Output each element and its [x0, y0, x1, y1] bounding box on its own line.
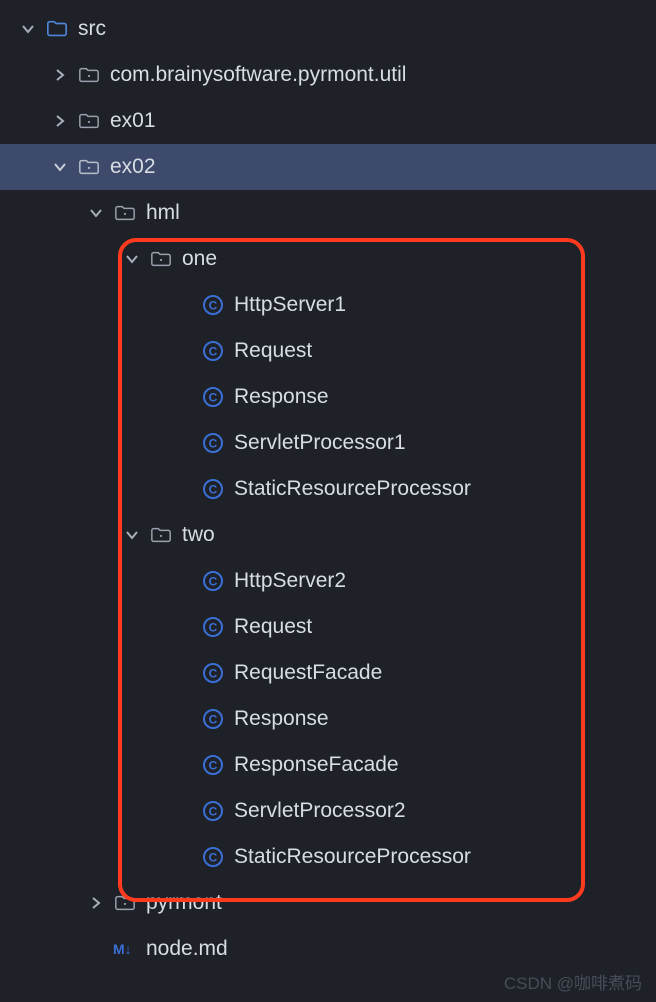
package-icon — [76, 110, 102, 132]
svg-text:M↓: M↓ — [113, 941, 132, 957]
tree-class-servletprocessor1[interactable]: C ServletProcessor1 — [0, 420, 656, 466]
chevron-down-icon — [122, 253, 142, 265]
svg-text:C: C — [209, 851, 218, 865]
tree-class-request2[interactable]: C Request — [0, 604, 656, 650]
class-icon: C — [200, 753, 226, 777]
class-icon: C — [200, 707, 226, 731]
svg-text:C: C — [209, 391, 218, 405]
package-label: one — [182, 247, 217, 271]
chevron-down-icon — [122, 529, 142, 541]
chevron-right-icon — [86, 897, 106, 909]
chevron-right-icon — [50, 115, 70, 127]
tree-package-hml[interactable]: hml — [0, 190, 656, 236]
tree-package-pyrmont[interactable]: pyrmont — [0, 880, 656, 926]
svg-text:C: C — [209, 483, 218, 497]
tree-class-response[interactable]: C Response — [0, 374, 656, 420]
tree-package-ex02[interactable]: ex02 — [0, 144, 656, 190]
tree-class-staticresourceprocessor[interactable]: C StaticResourceProcessor — [0, 466, 656, 512]
tree-package-ex01[interactable]: ex01 — [0, 98, 656, 144]
tree-package-two[interactable]: two — [0, 512, 656, 558]
tree-class-servletprocessor2[interactable]: C ServletProcessor2 — [0, 788, 656, 834]
package-label: hml — [146, 201, 180, 225]
chevron-down-icon — [86, 207, 106, 219]
tree-class-httpserver1[interactable]: C HttpServer1 — [0, 282, 656, 328]
class-icon: C — [200, 431, 226, 455]
tree-file-node-md[interactable]: · M↓ node.md — [0, 926, 656, 972]
class-label: Response — [234, 707, 329, 731]
tree-class-httpserver2[interactable]: C HttpServer2 — [0, 558, 656, 604]
class-label: HttpServer2 — [234, 569, 346, 593]
class-icon: C — [200, 615, 226, 639]
folder-label: src — [78, 17, 106, 41]
class-icon: C — [200, 385, 226, 409]
tree-package-util[interactable]: com.brainysoftware.pyrmont.util — [0, 52, 656, 98]
package-label: pyrmont — [146, 891, 222, 915]
tree-package-one[interactable]: one — [0, 236, 656, 282]
tree-folder-src[interactable]: src — [0, 6, 656, 52]
class-icon: C — [200, 339, 226, 363]
class-icon: C — [200, 569, 226, 593]
class-label: RequestFacade — [234, 661, 382, 685]
class-label: StaticResourceProcessor — [234, 845, 471, 869]
svg-text:C: C — [209, 621, 218, 635]
package-icon — [148, 248, 174, 270]
class-label: Response — [234, 385, 329, 409]
class-label: ResponseFacade — [234, 753, 399, 777]
tree-class-staticresourceprocessor2[interactable]: C StaticResourceProcessor — [0, 834, 656, 880]
class-icon: C — [200, 477, 226, 501]
class-icon: C — [200, 293, 226, 317]
class-icon: C — [200, 845, 226, 869]
class-label: HttpServer1 — [234, 293, 346, 317]
chevron-right-icon — [50, 69, 70, 81]
chevron-down-icon — [50, 161, 70, 173]
svg-text:C: C — [209, 759, 218, 773]
package-icon — [76, 64, 102, 86]
project-tree: src com.brainysoftware.pyrmont.util ex01… — [0, 0, 656, 972]
class-label: ServletProcessor2 — [234, 799, 406, 823]
package-icon — [112, 892, 138, 914]
class-icon: C — [200, 661, 226, 685]
svg-text:C: C — [209, 805, 218, 819]
svg-text:C: C — [209, 299, 218, 313]
file-label: node.md — [146, 937, 228, 961]
tree-class-request[interactable]: C Request — [0, 328, 656, 374]
svg-text:C: C — [209, 345, 218, 359]
tree-class-requestfacade[interactable]: C RequestFacade — [0, 650, 656, 696]
markdown-icon: M↓ — [112, 939, 138, 959]
svg-text:C: C — [209, 667, 218, 681]
package-icon — [148, 524, 174, 546]
class-label: ServletProcessor1 — [234, 431, 406, 455]
watermark-text: CSDN @咖啡煮码 — [504, 969, 642, 994]
package-label: two — [182, 523, 215, 547]
chevron-down-icon — [18, 23, 38, 35]
package-label: com.brainysoftware.pyrmont.util — [110, 63, 406, 87]
class-label: StaticResourceProcessor — [234, 477, 471, 501]
class-icon: C — [200, 799, 226, 823]
svg-text:C: C — [209, 575, 218, 589]
package-icon — [76, 156, 102, 178]
svg-text:C: C — [209, 713, 218, 727]
svg-text:C: C — [209, 437, 218, 451]
package-label: ex01 — [110, 109, 156, 133]
package-label: ex02 — [110, 155, 156, 179]
tree-class-response2[interactable]: C Response — [0, 696, 656, 742]
tree-class-responsefacade[interactable]: C ResponseFacade — [0, 742, 656, 788]
folder-icon — [44, 18, 70, 40]
package-icon — [112, 202, 138, 224]
class-label: Request — [234, 339, 312, 363]
class-label: Request — [234, 615, 312, 639]
